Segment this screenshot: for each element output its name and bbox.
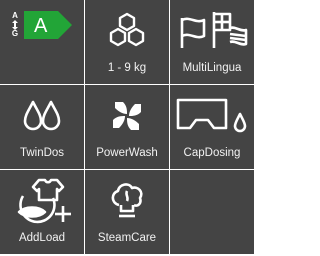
steamcare-tile: SteamCare [85,170,169,254]
addload-shirt-icon [17,178,71,224]
feature-grid: A G A 1 - 9 kg MultiLingua TwinDos Power… [0,0,254,256]
capacity-tile: 1 - 9 kg [85,0,169,84]
twindos-label: TwinDos [19,147,65,159]
multilingua-label: MultiLingua [182,62,242,74]
energy-class-value: A [34,15,48,37]
capdosing-tile: CapDosing [170,85,254,169]
capdosing-label: CapDosing [183,147,241,159]
powerwash-label: PowerWash [96,147,158,159]
steamcare-label: SteamCare [97,232,157,244]
capdosing-icon [176,98,247,133]
multilingual-flags-icon [180,12,248,48]
energy-scale-top: A [12,11,18,20]
twindos-tile: TwinDos [0,85,84,169]
powerwash-tile: PowerWash [85,85,169,169]
multilingua-tile: MultiLingua [170,0,254,84]
energy-class-icon [24,11,72,39]
powerwash-icon [113,102,141,130]
steamcare-icon [111,183,143,218]
addload-label: AddLoad [18,232,66,244]
twindos-drops-icon [23,100,61,131]
addload-tile: AddLoad [0,170,84,254]
energy-scale-bottom: G [11,29,19,38]
energy-scale: A G [10,12,20,38]
empty-tile [170,170,254,254]
drum-capacity-icon [109,12,145,47]
energy-class-tile: A G A [0,0,84,84]
capacity-label: 1 - 9 kg [107,62,147,74]
